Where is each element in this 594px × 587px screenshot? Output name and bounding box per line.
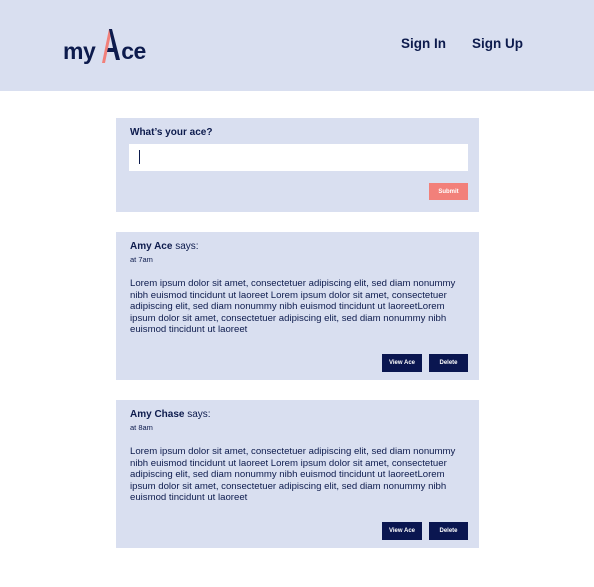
post-author-name[interactable]: Amy Ace <box>130 241 172 252</box>
text-caret <box>139 150 140 164</box>
top-nav: Sign In Sign Up <box>401 36 523 51</box>
post-says: says: <box>175 241 199 252</box>
post-card: Amy Chase says: at 8am Lorem ipsum dolor… <box>116 400 479 548</box>
post-timestamp: at 8am <box>130 423 153 432</box>
delete-button[interactable]: Delete <box>429 354 468 372</box>
submit-button[interactable]: Submit <box>429 183 468 200</box>
brand-logo[interactable]: my ce <box>63 27 146 65</box>
sign-in-link[interactable]: Sign In <box>401 36 446 51</box>
logo-text-ce: ce <box>121 38 146 64</box>
post-card: Amy Ace says: at 7am Lorem ipsum dolor s… <box>116 232 479 380</box>
post-author-line: Amy Ace says: <box>130 241 199 252</box>
compose-panel: What’s your ace? Submit <box>116 118 479 212</box>
view-ace-button[interactable]: View Ace <box>382 522 422 540</box>
post-author-line: Amy Chase says: <box>130 409 211 420</box>
logo-a-mark-icon <box>97 27 121 65</box>
post-says: says: <box>187 409 211 420</box>
post-timestamp: at 7am <box>130 255 153 264</box>
logo-text-my: my <box>63 38 96 64</box>
post-body: Lorem ipsum dolor sit amet, consectetuer… <box>130 446 456 504</box>
site-header: my ce Sign In Sign Up <box>0 0 594 91</box>
post-author-name[interactable]: Amy Chase <box>130 409 184 420</box>
delete-button[interactable]: Delete <box>429 522 468 540</box>
view-ace-button[interactable]: View Ace <box>382 354 422 372</box>
sign-up-link[interactable]: Sign Up <box>472 36 523 51</box>
ace-input[interactable] <box>129 144 468 171</box>
compose-label: What’s your ace? <box>130 127 213 138</box>
post-body: Lorem ipsum dolor sit amet, consectetuer… <box>130 278 456 336</box>
